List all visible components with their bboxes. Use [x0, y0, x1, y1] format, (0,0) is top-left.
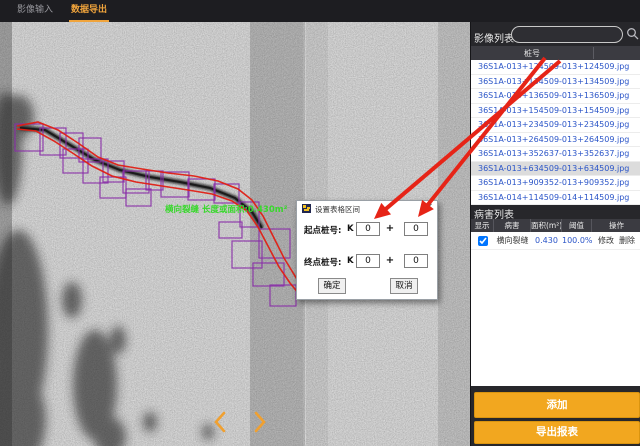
defect-name: 横向裂缝 [494, 235, 531, 246]
defect-column-header: 面积(m²) [531, 219, 562, 232]
defect-column-header: 操作 [592, 219, 640, 232]
app-window: 影像输入 数据导出 [0, 0, 640, 446]
list-item[interactable]: 36S1A-013+136509-013+136509.jpg [471, 89, 640, 104]
dialog-app-icon [302, 204, 311, 213]
defect-column-header: 显示 [471, 219, 494, 232]
list-item[interactable]: 36S1A-013+909352-013+909352.jpg [471, 176, 640, 191]
image-list-header: 桩号 [471, 46, 640, 61]
prev-image-button[interactable] [210, 410, 232, 434]
right-panel: 影像列表 桩号 36S1A-013+124509-013+124509.jpg3… [470, 22, 640, 446]
defect-column-header: 病害 [494, 219, 531, 232]
defect-visible-checkbox[interactable] [478, 236, 488, 246]
image-list-title: 影像列表 [474, 30, 514, 45]
topbar: 影像输入 数据导出 [0, 0, 640, 22]
end-plus-sign: + [385, 255, 395, 266]
list-item[interactable]: 36S1A-013+134509-013+134509.jpg [471, 75, 640, 90]
list-item[interactable]: 36S1A-013+634509-013+634509.jpg [471, 162, 640, 177]
set-table-range-dialog: 设置表格区间 × 起点桩号: K + 终点桩号: K + 确定 取消 [296, 200, 438, 300]
search-icon[interactable] [626, 27, 639, 40]
image-list: 36S1A-013+124509-013+124509.jpg36S1A-013… [471, 60, 640, 205]
ok-button[interactable]: 确定 [318, 278, 346, 294]
export-report-button[interactable]: 导出报表 [474, 421, 640, 444]
defect-row: 横向裂缝 0.430 100.0% 修改 删除 [471, 232, 640, 250]
search-box[interactable] [511, 26, 623, 43]
modify-link[interactable]: 修改 [598, 235, 614, 246]
close-icon[interactable]: × [425, 202, 433, 212]
start-stake-prefix: K [347, 224, 354, 234]
list-item[interactable]: 36S1A-013+124509-013+124509.jpg [471, 60, 640, 75]
end-stake-km-input[interactable] [356, 254, 380, 268]
dialog-title-bar[interactable]: 设置表格区间 × [297, 201, 437, 216]
list-item[interactable]: 36S1A-013+234509-013+234509.jpg [471, 118, 640, 133]
search-input[interactable] [512, 32, 622, 47]
start-stake-row: 起点桩号: K + [297, 222, 439, 238]
defect-table-body: 横向裂缝 0.430 100.0% 修改 删除 [471, 232, 640, 386]
defect-area: 0.430 [531, 236, 562, 245]
list-item[interactable]: 36S1A-013+154509-013+154509.jpg [471, 104, 640, 119]
stake-number-column-header: 桩号 [471, 48, 593, 59]
list-item[interactable]: 36S1A-013+264509-013+264509.jpg [471, 133, 640, 148]
start-stake-m-input[interactable] [404, 222, 428, 236]
add-button[interactable]: 添加 [474, 392, 640, 418]
start-stake-label: 起点桩号: [304, 224, 341, 236]
start-stake-km-input[interactable] [356, 222, 380, 236]
list-item[interactable]: 36S1A-013+352637-013+352637.jpg [471, 147, 640, 162]
crack-annotation-label: 横向裂缝 长度或面积:0.430m² [164, 204, 288, 215]
tab-image-input[interactable]: 影像输入 [15, 0, 55, 22]
dialog-title: 设置表格区间 [315, 204, 360, 215]
end-stake-row: 终点桩号: K + [297, 254, 439, 270]
chevron-left-icon [210, 410, 232, 434]
defect-table-header: 显示病害面积(m²)阈值操作 [471, 219, 640, 232]
list-item[interactable]: 36S1A-014+114509-014+114509.jpg [471, 191, 640, 206]
tab-data-export[interactable]: 数据导出 [69, 0, 109, 22]
end-stake-m-input[interactable] [404, 254, 428, 268]
end-stake-prefix: K [347, 256, 354, 266]
cancel-button[interactable]: 取消 [390, 278, 418, 294]
delete-link[interactable]: 删除 [619, 235, 635, 246]
start-plus-sign: + [385, 223, 395, 234]
end-stake-label: 终点桩号: [304, 256, 341, 268]
chevron-right-icon [248, 410, 270, 434]
defect-column-header: 阈值 [562, 219, 592, 232]
defect-list-title-bar: 病害列表 [471, 205, 640, 219]
defect-threshold: 100.0% [562, 236, 592, 245]
next-image-button[interactable] [248, 410, 270, 434]
